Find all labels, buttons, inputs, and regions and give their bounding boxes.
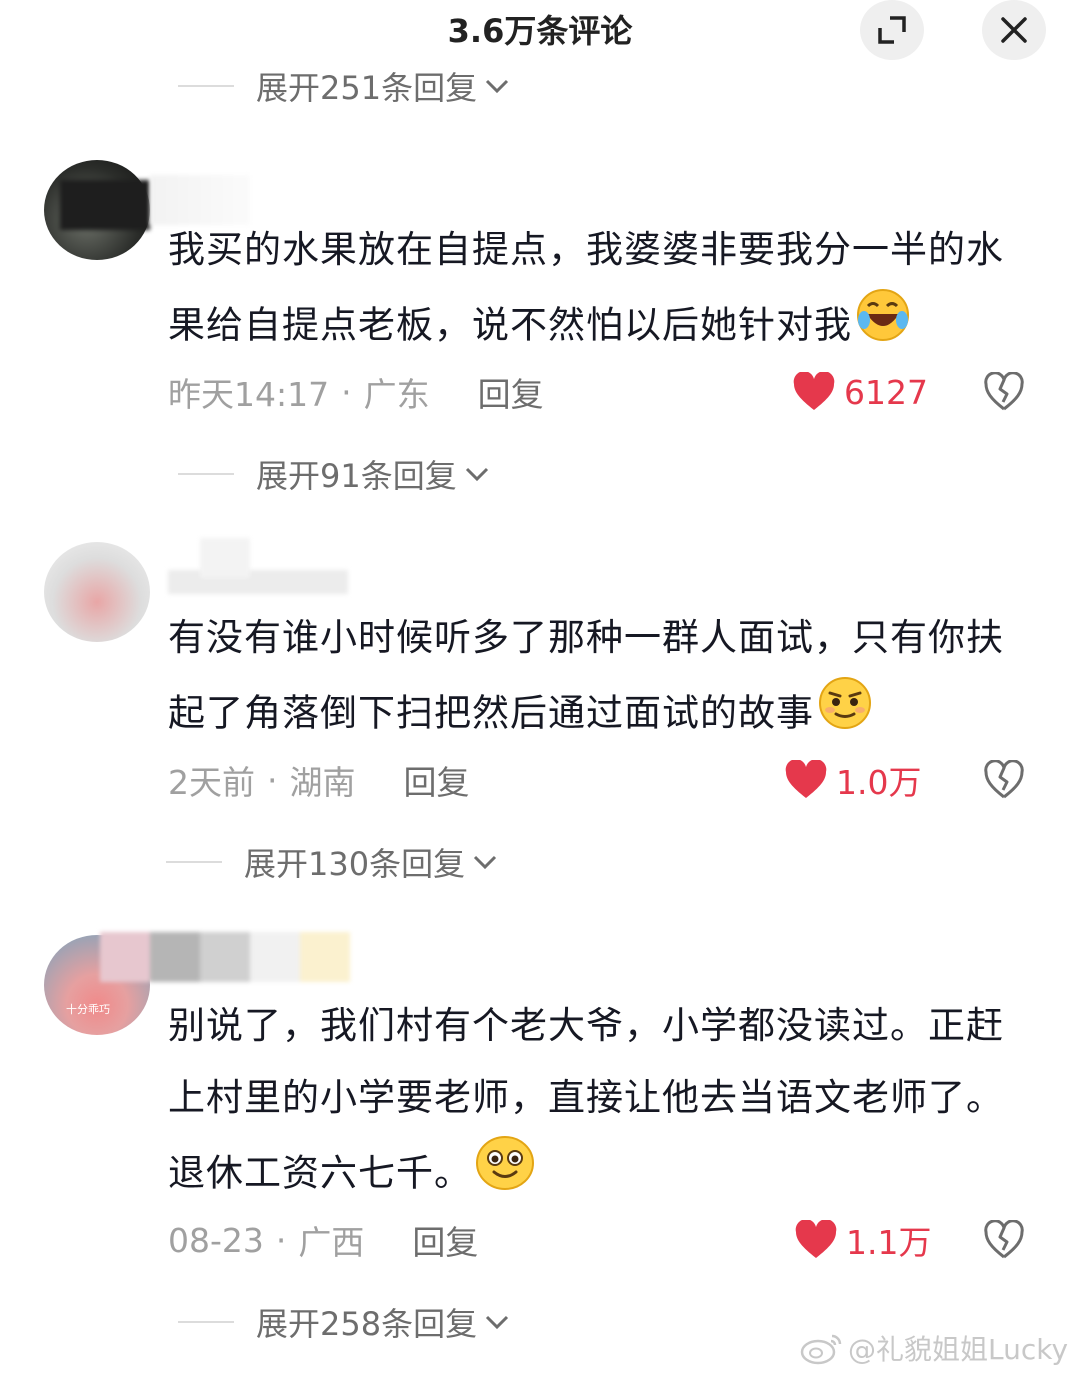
comments-header: 3.6万条评论 <box>0 0 1080 60</box>
comment-time: 昨天14:17 <box>168 375 330 414</box>
comment-location: 湖南 <box>289 763 356 802</box>
comment-time: 08-23 <box>168 1220 264 1260</box>
heart-filled-icon <box>785 760 827 798</box>
smirk-emoji <box>816 674 874 756</box>
reply-button[interactable]: 回复 <box>404 756 470 804</box>
broken-heart-icon <box>984 760 1024 799</box>
heart-filled-icon <box>793 372 835 410</box>
separator-dot: · <box>341 372 352 412</box>
comment-meta: 2天前 · 湖南 回复 <box>168 756 470 804</box>
broken-heart-icon <box>984 372 1024 411</box>
separator-dot: · <box>267 760 278 800</box>
close-button[interactable] <box>982 0 1046 60</box>
weibo-watermark: @礼貌姐姐Lucky <box>800 1326 1068 1370</box>
dislike-button[interactable] <box>982 758 1026 802</box>
comment-time: 2天前 <box>168 763 255 802</box>
chevron-down-icon <box>483 76 511 96</box>
expand-replies-label: 展开251条回复 <box>256 69 478 107</box>
heart-filled-icon <box>795 1220 837 1258</box>
like-button[interactable]: 1.1万 <box>794 1218 931 1262</box>
close-icon <box>1001 17 1027 43</box>
comment-text: 我买的水果放在自提点，我婆婆非要我分一半的水果给自提点老板，说不然怕以后她针对我 <box>168 214 1038 368</box>
username-redacted <box>100 932 350 982</box>
weibo-logo-icon <box>800 1334 842 1365</box>
like-count: 6127 <box>844 372 928 412</box>
username-redacted <box>60 180 150 230</box>
divider-line <box>178 1321 234 1323</box>
expand-icon <box>878 16 906 44</box>
laughing-crying-emoji <box>854 286 912 368</box>
comment-location: 广东 <box>363 375 430 414</box>
comment-meta: 08-23 · 广西 回复 <box>168 1216 478 1264</box>
reply-button[interactable]: 回复 <box>412 1216 478 1264</box>
comment-location: 广西 <box>298 1223 365 1262</box>
divider-line <box>178 473 234 475</box>
grin-emoji <box>474 1134 536 1216</box>
dislike-button[interactable] <box>982 370 1026 414</box>
comment-text: 有没有谁小时候听多了那种一群人面试，只有你扶起了角落倒下扫把然后通过面试的故事 <box>168 602 1038 756</box>
chevron-down-icon <box>483 1312 511 1332</box>
divider-line <box>178 85 234 87</box>
dislike-button[interactable] <box>982 1218 1026 1262</box>
avatar[interactable] <box>44 542 150 642</box>
avatar-badge-text: 十分乖巧 <box>66 1003 110 1016</box>
expand-replies-label: 展开130条回复 <box>244 845 466 883</box>
watermark-text: @礼貌姐姐Lucky <box>848 1333 1069 1366</box>
comment-meta: 昨天14:17 · 广东 回复 <box>168 368 544 416</box>
like-count: 1.0万 <box>836 763 922 802</box>
reply-button[interactable]: 回复 <box>478 368 544 416</box>
expand-replies-label: 展开91条回复 <box>256 457 457 495</box>
chevron-down-icon <box>463 464 491 484</box>
expand-replies-row[interactable]: 展开258条回复 <box>178 1300 511 1344</box>
expand-replies-row[interactable]: 展开130条回复 <box>166 840 499 884</box>
chevron-down-icon <box>471 852 499 872</box>
expand-panel-button[interactable] <box>860 0 924 60</box>
comment-text: 别说了，我们村有个老大爷，小学都没读过。正赶上村里的小学要老师，直接让他去当语文… <box>168 990 1038 1216</box>
username-redacted <box>200 538 250 578</box>
expand-replies-row[interactable]: 展开91条回复 <box>178 452 491 496</box>
expand-replies-label: 展开258条回复 <box>256 1305 478 1343</box>
broken-heart-icon <box>984 1220 1024 1259</box>
expand-replies-row[interactable]: 展开251条回复 <box>178 64 511 108</box>
like-button[interactable]: 6127 <box>792 370 928 414</box>
username-redacted <box>168 570 348 594</box>
separator-dot: · <box>275 1220 287 1260</box>
divider-line <box>166 861 222 863</box>
like-button[interactable]: 1.0万 <box>784 758 921 802</box>
like-count: 1.1万 <box>846 1223 932 1262</box>
